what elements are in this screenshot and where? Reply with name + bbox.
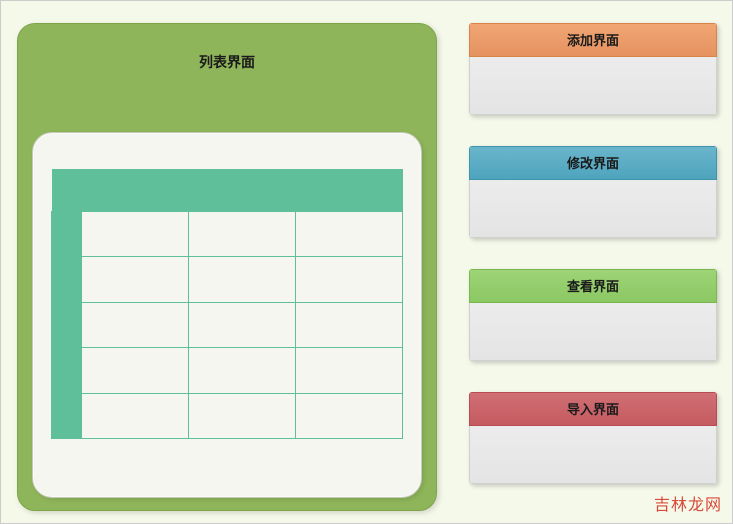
add-panel-body (469, 57, 717, 115)
table-row-header (52, 257, 82, 303)
table-cell (189, 257, 296, 303)
table-row (52, 302, 403, 348)
add-panel[interactable]: 添加界面 (469, 23, 717, 115)
data-table (51, 169, 403, 439)
edit-panel[interactable]: 修改界面 (469, 146, 717, 238)
table-row-header (52, 302, 82, 348)
import-panel-body (469, 426, 717, 484)
edit-panel-title: 修改界面 (469, 146, 717, 180)
table-row-header (52, 348, 82, 394)
table-cell (189, 302, 296, 348)
edit-panel-body (469, 180, 717, 238)
watermark-text: 吉林龙网 (654, 491, 722, 515)
table-col-header (82, 169, 189, 211)
list-panel: 列表界面 (17, 23, 437, 511)
table-cell (82, 348, 189, 394)
table-cell (82, 302, 189, 348)
table-col-header (296, 169, 403, 211)
table-cell (189, 393, 296, 439)
view-panel[interactable]: 查看界面 (469, 269, 717, 361)
view-panel-body (469, 303, 717, 361)
table-cell (82, 257, 189, 303)
table-cell (189, 211, 296, 257)
table-cell (296, 257, 403, 303)
table-cell (189, 348, 296, 394)
add-panel-title: 添加界面 (469, 23, 717, 57)
import-panel[interactable]: 导入界面 (469, 392, 717, 484)
table-card (32, 132, 422, 498)
table-row (52, 348, 403, 394)
table-row-header (52, 393, 82, 439)
table-row (52, 393, 403, 439)
table-row-header (52, 211, 82, 257)
import-panel-title: 导入界面 (469, 392, 717, 426)
table-row (52, 257, 403, 303)
table-corner (52, 169, 82, 211)
view-panel-title: 查看界面 (469, 269, 717, 303)
table-cell (296, 302, 403, 348)
table-cell (296, 211, 403, 257)
table-cell (82, 211, 189, 257)
table-col-header (189, 169, 296, 211)
table-cell (296, 348, 403, 394)
table-cell (82, 393, 189, 439)
list-panel-title: 列表界面 (18, 24, 436, 72)
table-cell (296, 393, 403, 439)
table-row (52, 211, 403, 257)
table-header-row (52, 169, 403, 211)
